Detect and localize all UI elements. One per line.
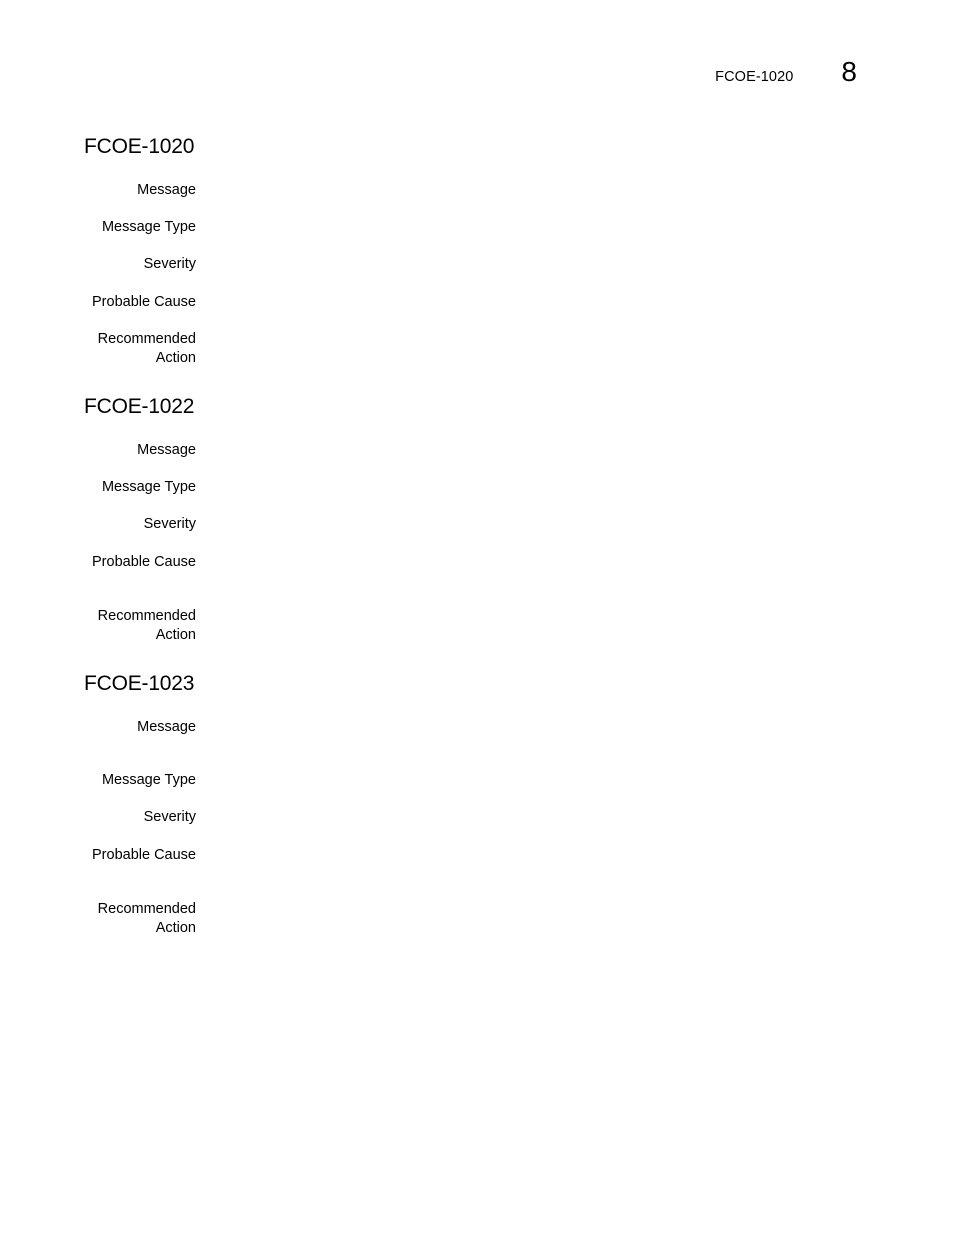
message-section: FCOE-1020 Message Message Type Severity … (84, 134, 864, 366)
field-label-recommended-action: Recommended Action (97, 331, 196, 366)
field-label-recommended-action: Recommended Action (97, 608, 196, 643)
section-title: FCOE-1023 (84, 672, 195, 695)
field-label-severity: Severity (143, 516, 196, 532)
section-title: FCOE-1022 (84, 395, 195, 418)
message-section: FCOE-1022 Message Message Type Severity … (84, 394, 864, 643)
message-section: FCOE-1023 Message Message Type Severity … (84, 671, 864, 936)
field-label-message-type: Message Type (101, 772, 196, 788)
running-title: FCOE-1020 (715, 69, 794, 85)
field-label-probable-cause: Probable Cause (92, 554, 196, 570)
field-label-probable-cause: Probable Cause (92, 294, 196, 310)
field-label-message: Message (137, 442, 196, 458)
section-title: FCOE-1020 (84, 135, 195, 158)
field-label-message-type: Message Type (101, 219, 196, 235)
chapter-number: 8 (841, 56, 857, 87)
field-label-recommended-action: Recommended Action (97, 901, 196, 936)
field-label-probable-cause: Probable Cause (92, 847, 196, 863)
running-header: FCOE-1020 8 (715, 56, 857, 88)
field-label-message: Message (137, 719, 196, 735)
field-label-message: Message (137, 182, 196, 198)
field-label-severity: Severity (143, 256, 196, 272)
field-label-severity: Severity (143, 809, 196, 825)
field-label-message-type: Message Type (101, 479, 196, 495)
